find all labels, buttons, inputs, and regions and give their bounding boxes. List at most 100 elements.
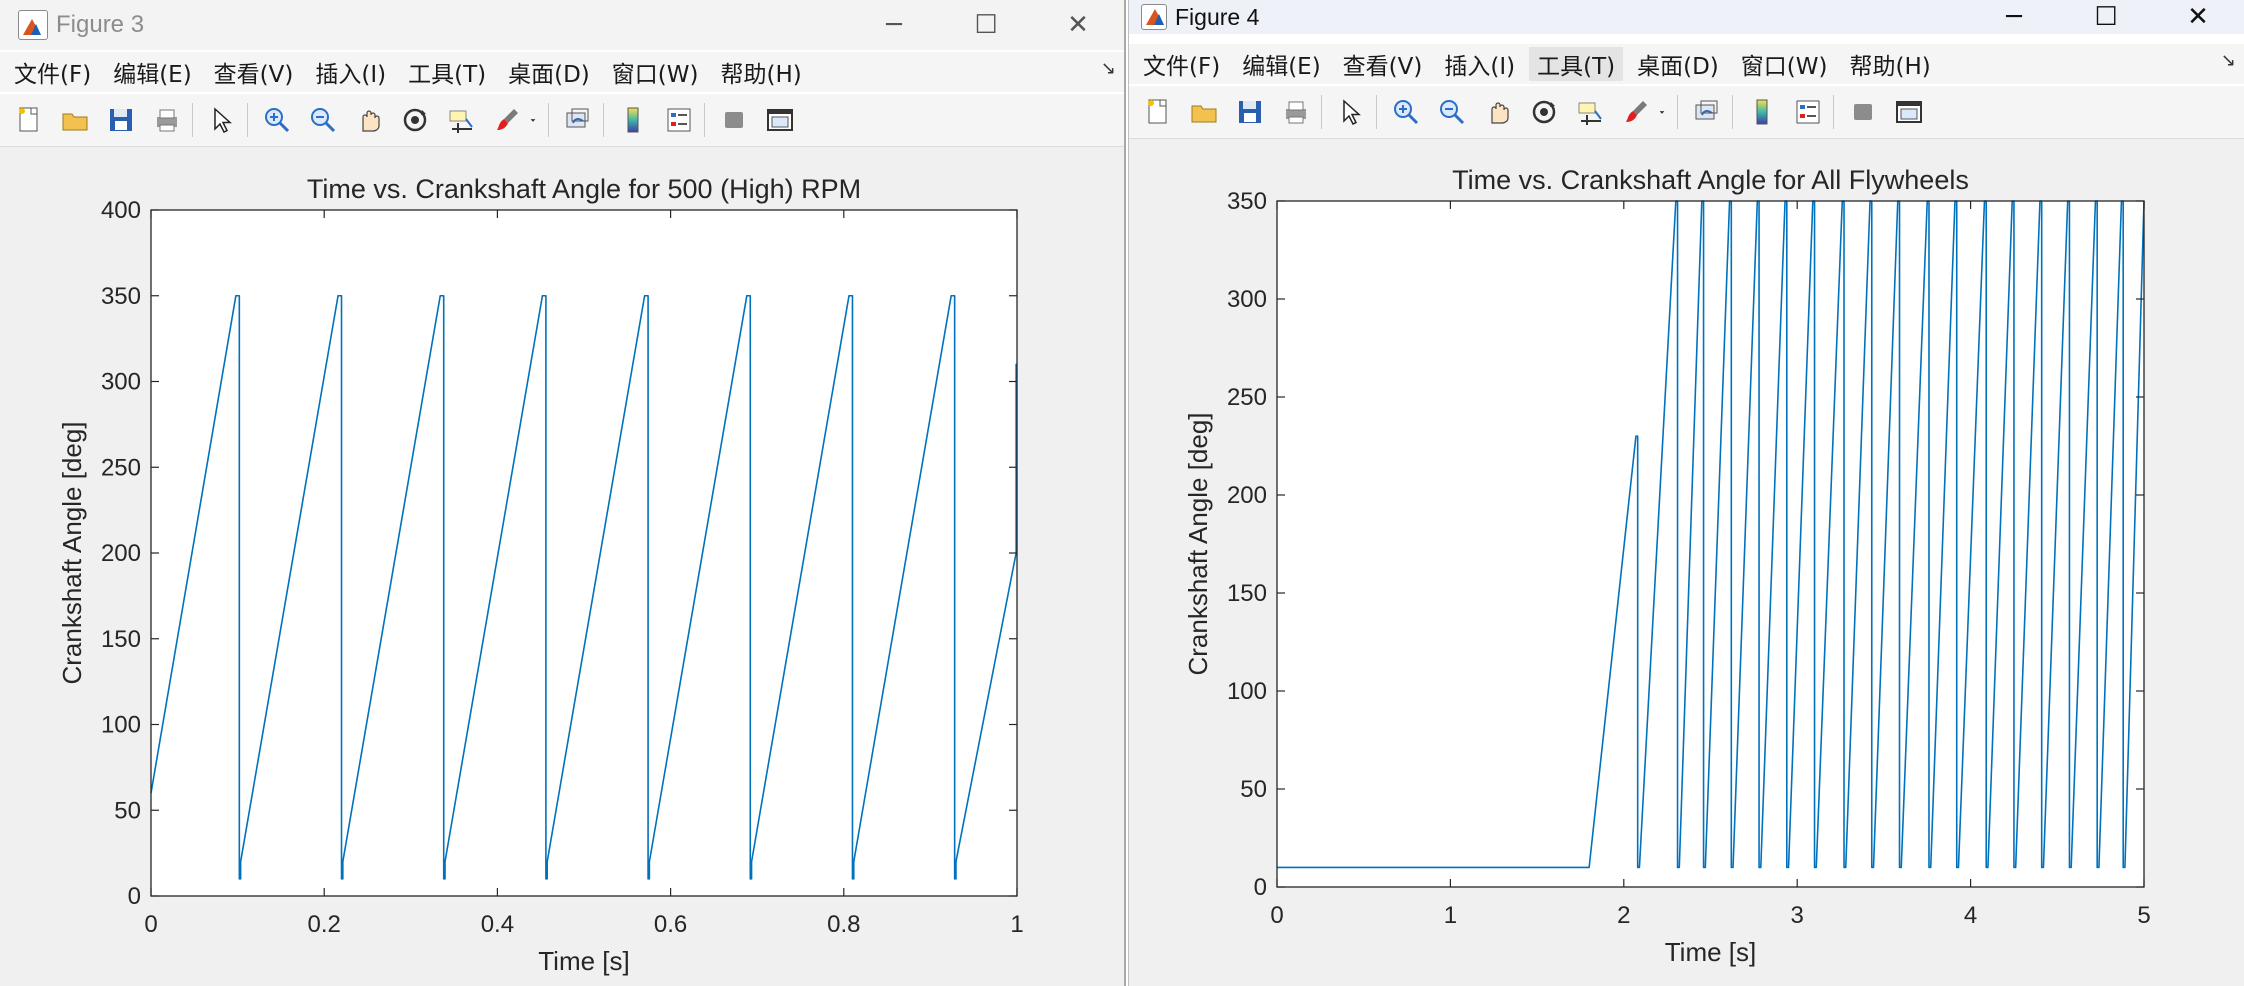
y-tick-label: 300 (1227, 286, 1267, 313)
menu-insert[interactable]: 插入(I) (1436, 47, 1523, 81)
menu-view[interactable]: 查看(V) (206, 55, 302, 89)
show-plot-tools-icon[interactable] (1892, 95, 1926, 129)
menu-tools[interactable]: 工具(T) (400, 55, 494, 89)
minimize-button[interactable]: ─ (848, 0, 940, 50)
plot-area: 0 1 2 3 4 5 0 50 100 150 200 250 300 350 Time vs. Cran… (1129, 139, 2244, 986)
link-plot-icon[interactable] (561, 103, 595, 137)
menu-view[interactable]: 查看(V) (1335, 47, 1431, 81)
brush-dropdown-icon[interactable] (1655, 95, 1669, 129)
menu-help[interactable]: 帮助(H) (1841, 47, 1938, 81)
y-tick-label: 0 (1254, 874, 1267, 901)
figure-4-window: Figure 4 ─ ☐ ✕ 文件(F) 编辑(E) 查看(V) 插入(I) 工… (1128, 0, 2244, 986)
colorbar-icon[interactable] (1745, 95, 1779, 129)
close-button[interactable]: ✕ (2152, 0, 2244, 34)
open-file-icon[interactable] (1187, 95, 1221, 129)
pan-hand-icon[interactable] (1481, 95, 1515, 129)
zoom-out-icon[interactable] (306, 103, 340, 137)
dock-arrow-icon[interactable]: ↘ (2221, 50, 2236, 71)
x-tick-label: 1 (1444, 902, 1457, 929)
print-icon[interactable] (150, 103, 184, 137)
chart-title: Time vs. Crankshaft Angle for All Flywhe… (1452, 165, 1969, 195)
x-axis-label: Time [s] (1665, 937, 1756, 967)
rotate-3d-icon[interactable] (398, 103, 432, 137)
menu-window[interactable]: 窗口(W) (604, 55, 707, 89)
brush-icon[interactable] (490, 103, 524, 137)
rotate-3d-icon[interactable] (1527, 95, 1561, 129)
toolbar-separator (1321, 95, 1322, 129)
menu-help[interactable]: 帮助(H) (712, 55, 809, 89)
maximize-button[interactable]: ☐ (2060, 0, 2152, 34)
y-tick-label: 400 (101, 197, 141, 224)
axes-background (151, 210, 1017, 896)
toolbar-separator (1376, 95, 1377, 129)
menu-tools[interactable]: 工具(T) (1529, 47, 1624, 81)
y-tick-label: 150 (1227, 580, 1267, 607)
dock-arrow-icon[interactable]: ↘ (1101, 58, 1116, 79)
title-bar[interactable]: Figure 4 ─ ☐ ✕ (1129, 0, 2244, 34)
y-tick-label: 300 (101, 369, 141, 396)
y-tick-label: 250 (1227, 384, 1267, 411)
x-tick-label: 2 (1617, 902, 1630, 929)
y-tick-label: 50 (114, 797, 141, 824)
y-tick-label: 350 (101, 283, 141, 310)
brush-icon[interactable] (1619, 95, 1653, 129)
data-cursor-icon[interactable] (1573, 95, 1607, 129)
menu-window[interactable]: 窗口(W) (1733, 47, 1836, 81)
chart-figure-4[interactable]: 0 1 2 3 4 5050100150200250300350Time vs. Cran… (1129, 139, 2243, 986)
x-tick-label: 5 (2137, 902, 2150, 929)
colorbar-icon[interactable] (616, 103, 650, 137)
show-plot-tools-icon[interactable] (763, 103, 797, 137)
y-tick-label: 350 (1227, 188, 1267, 215)
x-axis-label: Time [s] (538, 946, 629, 976)
edit-plot-arrow-icon[interactable] (205, 103, 239, 137)
x-tick-label: 3 (1791, 902, 1804, 929)
menu-file[interactable]: 文件(F) (1135, 47, 1228, 81)
menu-bar: 文件(F) 编辑(E) 查看(V) 插入(I) 工具(T) 桌面(D) 窗口(W… (0, 52, 1124, 92)
menu-insert[interactable]: 插入(I) (307, 55, 394, 89)
figure-toolbar (0, 94, 1124, 147)
new-figure-icon[interactable] (12, 103, 46, 137)
open-file-icon[interactable] (58, 103, 92, 137)
menu-edit[interactable]: 编辑(E) (1234, 47, 1328, 81)
toolbar-separator (192, 103, 193, 137)
y-tick-label: 100 (101, 712, 141, 739)
brush-dropdown-icon[interactable] (526, 103, 540, 137)
y-tick-label: 200 (101, 540, 141, 567)
save-icon[interactable] (1233, 95, 1267, 129)
link-plot-icon[interactable] (1690, 95, 1724, 129)
print-icon[interactable] (1279, 95, 1313, 129)
x-tick-label: 4 (1964, 902, 1977, 929)
x-tick-label: 0.6 (654, 911, 687, 938)
new-figure-icon[interactable] (1141, 95, 1175, 129)
toolbar-separator (704, 103, 705, 137)
legend-icon[interactable] (662, 103, 696, 137)
y-tick-label: 150 (101, 626, 141, 653)
hide-plot-tools-icon[interactable] (717, 103, 751, 137)
x-tick-label: 1 (1010, 911, 1023, 938)
title-bar[interactable]: Figure 3 ─ ☐ ✕ (0, 0, 1124, 50)
menu-file[interactable]: 文件(F) (6, 55, 99, 89)
toolbar-separator (1732, 95, 1733, 129)
maximize-button[interactable]: ☐ (940, 0, 1032, 50)
menu-desktop[interactable]: 桌面(D) (1629, 47, 1727, 81)
window-title: Figure 3 (56, 11, 145, 38)
y-tick-label: 50 (1240, 776, 1267, 803)
chart-figure-3[interactable]: 0 0.2 0.4 0.6 0.8 1 0 50 100 150 200 250 300 350 400 Ti… (0, 147, 1124, 986)
legend-icon[interactable] (1791, 95, 1825, 129)
data-cursor-icon[interactable] (444, 103, 478, 137)
zoom-out-icon[interactable] (1435, 95, 1469, 129)
close-button[interactable]: ✕ (1032, 0, 1124, 50)
edit-plot-arrow-icon[interactable] (1334, 95, 1368, 129)
y-axis-label: Crankshaft Angle [deg] (1183, 412, 1213, 675)
zoom-in-icon[interactable] (260, 103, 294, 137)
pan-hand-icon[interactable] (352, 103, 386, 137)
menu-edit[interactable]: 编辑(E) (105, 55, 199, 89)
menu-desktop[interactable]: 桌面(D) (500, 55, 598, 89)
menu-bar: 文件(F) 编辑(E) 查看(V) 插入(I) 工具(T) 桌面(D) 窗口(W… (1129, 44, 2244, 84)
zoom-in-icon[interactable] (1389, 95, 1423, 129)
x-tick-label: 0.8 (827, 911, 860, 938)
save-icon[interactable] (104, 103, 138, 137)
x-tick-label: 0 (1270, 902, 1283, 929)
minimize-button[interactable]: ─ (1968, 0, 2060, 34)
hide-plot-tools-icon[interactable] (1846, 95, 1880, 129)
